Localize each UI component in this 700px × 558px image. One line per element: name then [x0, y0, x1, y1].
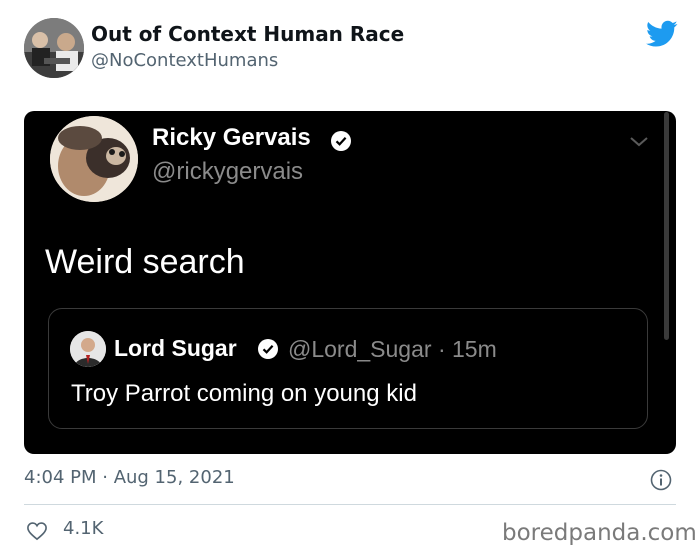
account-name[interactable]: Out of Context Human Race [91, 22, 404, 46]
heart-icon[interactable] [26, 521, 48, 541]
info-icon[interactable] [650, 469, 672, 491]
quoted-tweet-text: Troy Parrot coming on young kid [71, 380, 417, 407]
watermark: boredpanda.com [502, 520, 697, 546]
scrollbar[interactable] [664, 112, 669, 340]
lord-sugar-name[interactable]: Lord Sugar [114, 335, 237, 362]
quoted-tweet[interactable] [48, 308, 648, 429]
embedded-tweet-text: Weird search [45, 243, 245, 281]
account-avatar[interactable] [24, 18, 84, 78]
lord-sugar-avatar[interactable] [70, 331, 106, 367]
ricky-gervais-name[interactable]: Ricky Gervais [152, 124, 311, 152]
chevron-down-icon[interactable] [628, 135, 650, 149]
tweet-header: Out of Context Human Race @NoContextHuma… [0, 0, 700, 100]
ricky-gervais-handle[interactable]: @rickygervais [152, 158, 303, 186]
tweet-timestamp[interactable]: 4:04 PM · Aug 15, 2021 [24, 467, 235, 488]
twitter-bird-icon[interactable] [646, 20, 678, 48]
divider [24, 504, 676, 505]
ricky-gervais-avatar[interactable] [50, 116, 138, 202]
verified-badge-icon [258, 339, 278, 359]
account-handle[interactable]: @NoContextHumans [91, 50, 278, 71]
like-count[interactable]: 4.1K [63, 518, 103, 539]
verified-badge-icon [331, 131, 351, 151]
lord-sugar-handle-time: @Lord_Sugar · 15m [288, 336, 497, 362]
